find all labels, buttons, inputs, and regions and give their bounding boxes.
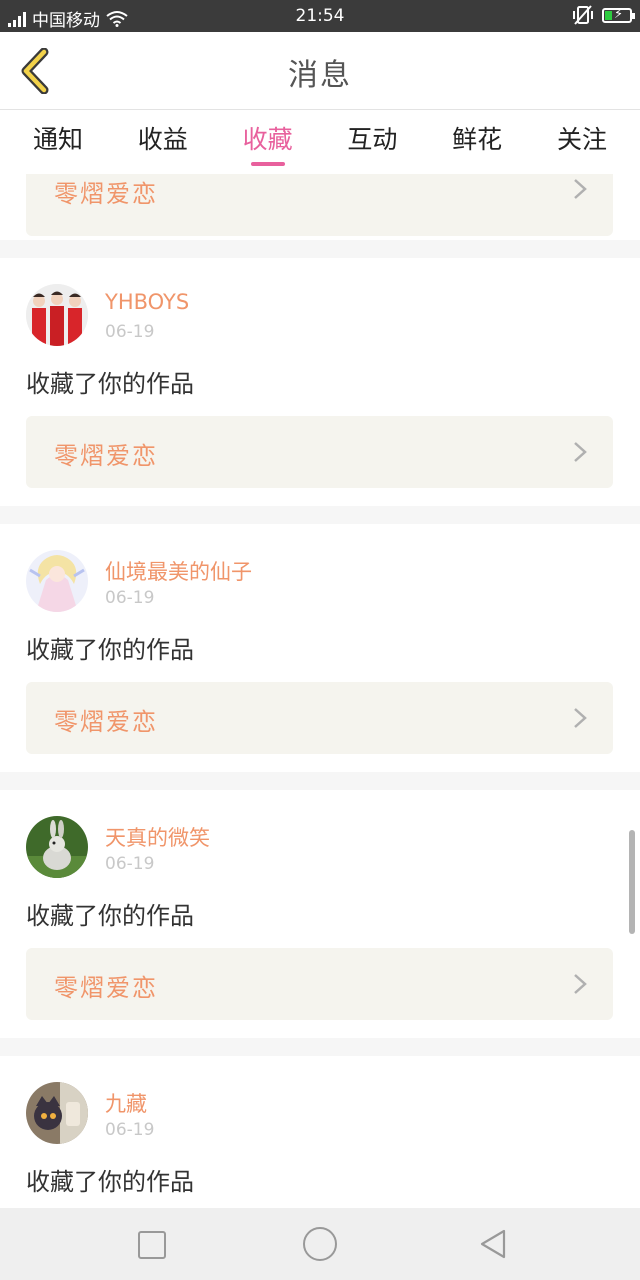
app-header: 消息	[0, 32, 640, 110]
work-title: 零熠爱恋	[54, 974, 158, 1002]
avatar[interactable]	[26, 1082, 88, 1144]
action-text: 收藏了你的作品	[26, 902, 194, 930]
work-link[interactable]: 零熠爱恋	[26, 416, 613, 488]
clock: 21:54	[295, 6, 345, 26]
action-text: 收藏了你的作品	[26, 370, 194, 398]
timestamp: 06-19	[105, 588, 155, 608]
tab-favorites[interactable]: 收藏	[218, 110, 318, 174]
tab-notifications[interactable]: 通知	[8, 110, 108, 174]
list-item: 仙境最美的仙子 06-19 收藏了你的作品 零熠爱恋	[0, 524, 640, 772]
avatar[interactable]	[26, 550, 88, 612]
work-title: 零熠爱恋	[54, 180, 158, 208]
action-text: 收藏了你的作品	[26, 636, 194, 664]
action-text: 收藏了你的作品	[26, 1168, 194, 1196]
list-item: 天真的微笑 06-19 收藏了你的作品 零熠爱恋	[0, 790, 640, 1038]
list-item: YHBOYS 06-19 收藏了你的作品 零熠爱恋	[0, 258, 640, 506]
system-nav-bar	[0, 1208, 640, 1280]
avatar[interactable]	[26, 284, 88, 346]
work-link[interactable]: 零熠爱恋	[26, 948, 613, 1020]
username[interactable]: 天真的微笑	[105, 822, 210, 852]
list-item: 零熠爱恋	[0, 174, 640, 240]
status-bar: 中国移动 21:54 ⚡	[0, 0, 640, 32]
page-title: 消息	[288, 58, 352, 93]
work-link[interactable]: 零熠爱恋	[26, 682, 613, 754]
chevron-right-icon	[574, 708, 587, 728]
chevron-right-icon	[574, 442, 587, 462]
scrollbar[interactable]	[629, 830, 635, 934]
home-icon[interactable]	[303, 1227, 337, 1261]
tab-bar: 通知 收益 收藏 互动 鲜花 关注	[0, 110, 640, 174]
chevron-right-icon	[574, 179, 587, 199]
recent-apps-icon[interactable]	[138, 1231, 166, 1259]
chevron-right-icon	[574, 974, 587, 994]
timestamp: 06-19	[105, 322, 155, 342]
username[interactable]: 九藏	[105, 1088, 147, 1118]
username[interactable]: YHBOYS	[105, 290, 189, 314]
list-item: 九藏 06-19 收藏了你的作品	[0, 1056, 640, 1208]
timestamp: 06-19	[105, 854, 155, 874]
vibrate-mute-icon	[573, 5, 593, 25]
timestamp: 06-19	[105, 1120, 155, 1140]
username[interactable]: 仙境最美的仙子	[105, 556, 252, 586]
work-title: 零熠爱恋	[54, 442, 158, 470]
tab-following[interactable]: 关注	[532, 110, 632, 174]
back-triangle-icon[interactable]	[478, 1228, 508, 1260]
work-link[interactable]: 零熠爱恋	[26, 174, 613, 236]
avatar[interactable]	[26, 816, 88, 878]
tab-earnings[interactable]: 收益	[113, 110, 213, 174]
work-title: 零熠爱恋	[54, 708, 158, 736]
message-feed[interactable]: 零熠爱恋 YHBOYS 06-19 收藏了你的作品 零熠爱恋 仙境最美的仙子 0…	[0, 174, 640, 1208]
tab-flowers[interactable]: 鲜花	[427, 110, 527, 174]
tab-interactions[interactable]: 互动	[322, 110, 422, 174]
battery-charging-icon: ⚡	[602, 7, 635, 23]
